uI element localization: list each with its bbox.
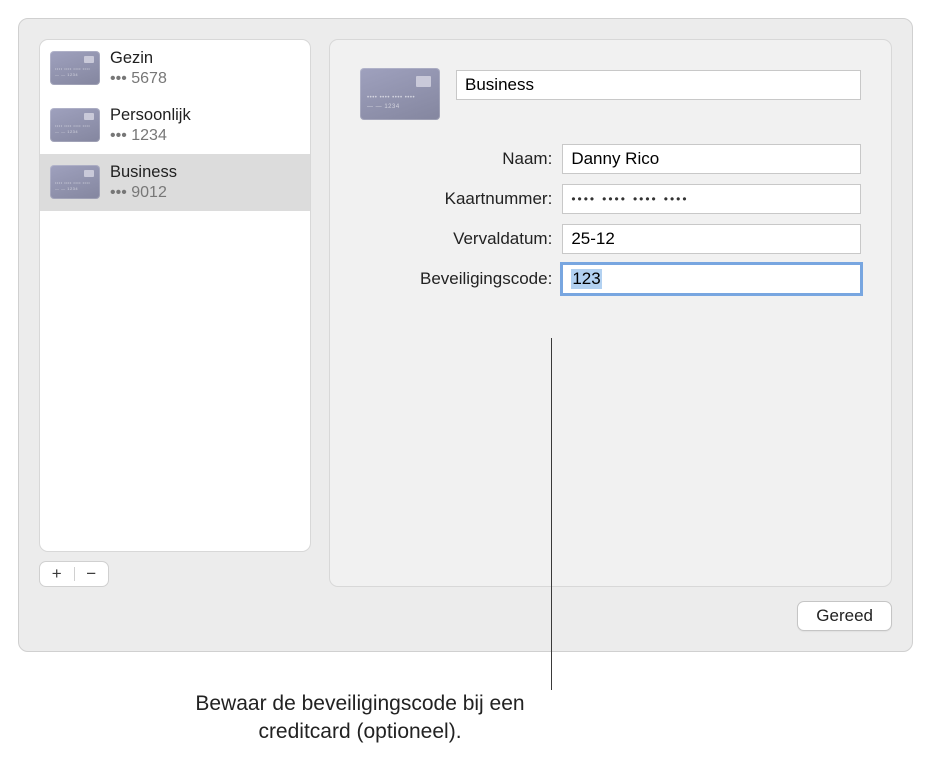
credit-card-icon [50, 51, 100, 85]
name-label: Naam: [420, 149, 552, 169]
card-title: Persoonlijk [110, 106, 191, 126]
credit-card-icon [50, 165, 100, 199]
card-item-persoonlijk[interactable]: Persoonlijk ••• 1234 [40, 97, 310, 154]
name-input[interactable] [562, 144, 861, 174]
card-item-business[interactable]: Business ••• 9012 [40, 154, 310, 211]
callout-text: Bewaar de beveiligingscode bij een credi… [150, 690, 570, 747]
credit-card-icon [50, 108, 100, 142]
content-row: Gezin ••• 5678 Persoonlijk ••• 1234 Busi… [39, 39, 892, 587]
done-button[interactable]: Gereed [797, 601, 892, 631]
callout-line [551, 338, 552, 690]
detail-header [360, 68, 861, 120]
sidebar: Gezin ••• 5678 Persoonlijk ••• 1234 Busi… [39, 39, 311, 587]
preferences-window: Gezin ••• 5678 Persoonlijk ••• 1234 Busi… [18, 18, 913, 652]
remove-card-button[interactable]: − [75, 562, 109, 586]
expiry-input[interactable] [562, 224, 861, 254]
card-number-label: Kaartnummer: [420, 189, 552, 209]
detail-panel: Naam: Kaartnummer: •••••••••••••••• Verv… [329, 39, 892, 587]
security-code-label: Beveiligingscode: [420, 269, 552, 289]
card-number-mask: ••• 9012 [110, 183, 177, 202]
card-text: Gezin ••• 5678 [110, 49, 167, 88]
credit-card-icon [360, 68, 440, 120]
card-text: Business ••• 9012 [110, 163, 177, 202]
card-description-input[interactable] [456, 70, 861, 100]
card-number-input[interactable]: •••••••••••••••• [562, 184, 861, 214]
form-grid: Naam: Kaartnummer: •••••••••••••••• Verv… [420, 144, 861, 294]
card-list: Gezin ••• 5678 Persoonlijk ••• 1234 Busi… [39, 39, 311, 552]
list-controls: + − [39, 561, 109, 587]
card-item-gezin[interactable]: Gezin ••• 5678 [40, 40, 310, 97]
card-number-mask: ••• 1234 [110, 126, 191, 145]
card-text: Persoonlijk ••• 1234 [110, 106, 191, 145]
card-title: Gezin [110, 49, 167, 69]
card-number-mask: ••• 5678 [110, 69, 167, 88]
security-code-input[interactable]: 123 [562, 264, 861, 294]
footer: Gereed [39, 601, 892, 631]
security-code-value: 123 [571, 269, 601, 289]
add-card-button[interactable]: + [40, 562, 74, 586]
card-title: Business [110, 163, 177, 183]
expiry-label: Vervaldatum: [420, 229, 552, 249]
card-number-masked-value: •••••••••••••••• [571, 192, 694, 206]
